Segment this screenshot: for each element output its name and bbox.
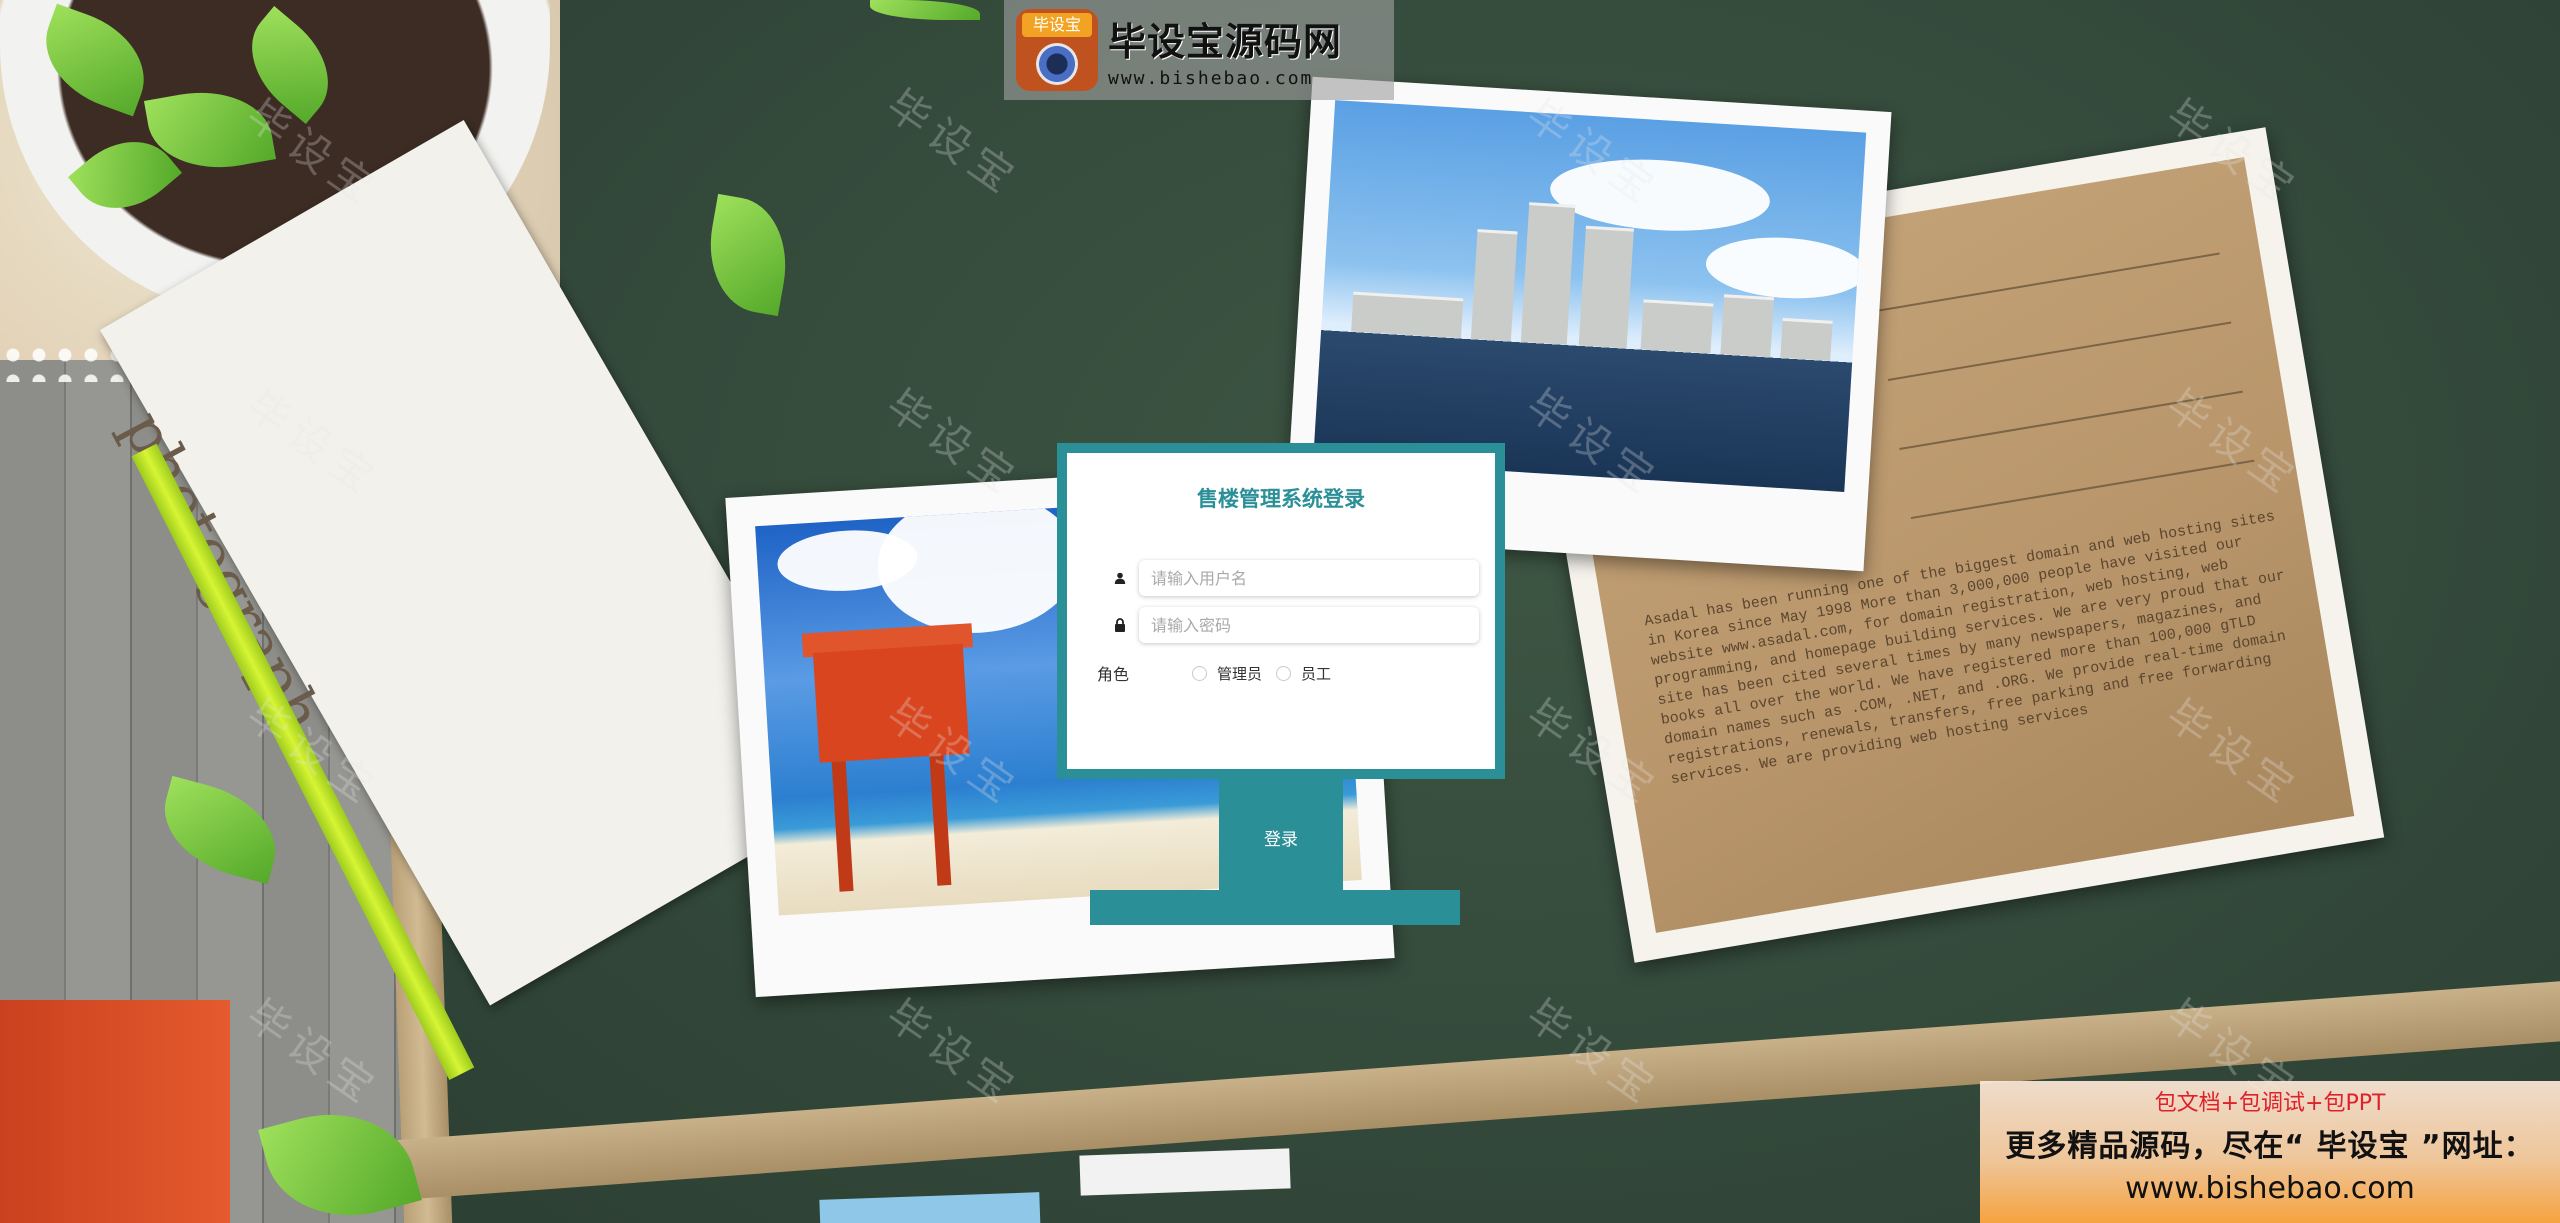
promo-banner[interactable]: 包文档+包调试+包PPT 更多精品源码，尽在“ 毕设宝 ”网址： www.bis…: [1980, 1081, 2560, 1223]
role-radio-admin[interactable]: 管理员: [1192, 663, 1262, 684]
logo-title: 毕设宝源码网: [1108, 20, 1343, 64]
logo-badge: 毕设宝: [1022, 13, 1092, 37]
login-form: 售楼管理系统登录 角色 管理员: [1057, 443, 1505, 779]
user-icon: [1109, 567, 1131, 589]
username-input[interactable]: [1139, 560, 1479, 596]
role-option-label: 员工: [1301, 664, 1332, 683]
login-button[interactable]: 登录: [1219, 779, 1343, 895]
white-chalk: [1079, 1148, 1291, 1196]
logo-url: www.bishebao.com: [1108, 68, 1314, 89]
role-label: 角色: [1097, 665, 1130, 684]
logo-mark-icon: 毕设宝: [1016, 9, 1098, 91]
lock-icon: [1109, 614, 1131, 636]
role-radio-staff[interactable]: 员工: [1276, 663, 1331, 684]
red-book: [0, 1000, 230, 1223]
role-option-label: 管理员: [1217, 664, 1263, 683]
radio-circle[interactable]: [1192, 665, 1207, 681]
role-row: 角色 管理员 员工: [1097, 661, 1345, 685]
radio-circle[interactable]: [1276, 665, 1292, 681]
logo-eye-icon: [1036, 43, 1078, 85]
login-button-base: [1090, 890, 1460, 925]
login-title: 售楼管理系统登录: [1197, 487, 1365, 511]
password-row: [1109, 606, 1479, 644]
username-row: [1109, 559, 1479, 597]
promo-url: www.bishebao.com: [2125, 1171, 2415, 1206]
site-logo[interactable]: 毕设宝 毕设宝源码网 www.bishebao.com: [1004, 0, 1394, 100]
promo-services: 包文档+包调试+包PPT: [2154, 1091, 2386, 1116]
promo-slogan: 更多精品源码，尽在“ 毕设宝 ”网址：: [2005, 1129, 2535, 1164]
password-input[interactable]: [1139, 607, 1479, 643]
login-panel: 售楼管理系统登录 角色 管理员: [1057, 443, 1505, 925]
